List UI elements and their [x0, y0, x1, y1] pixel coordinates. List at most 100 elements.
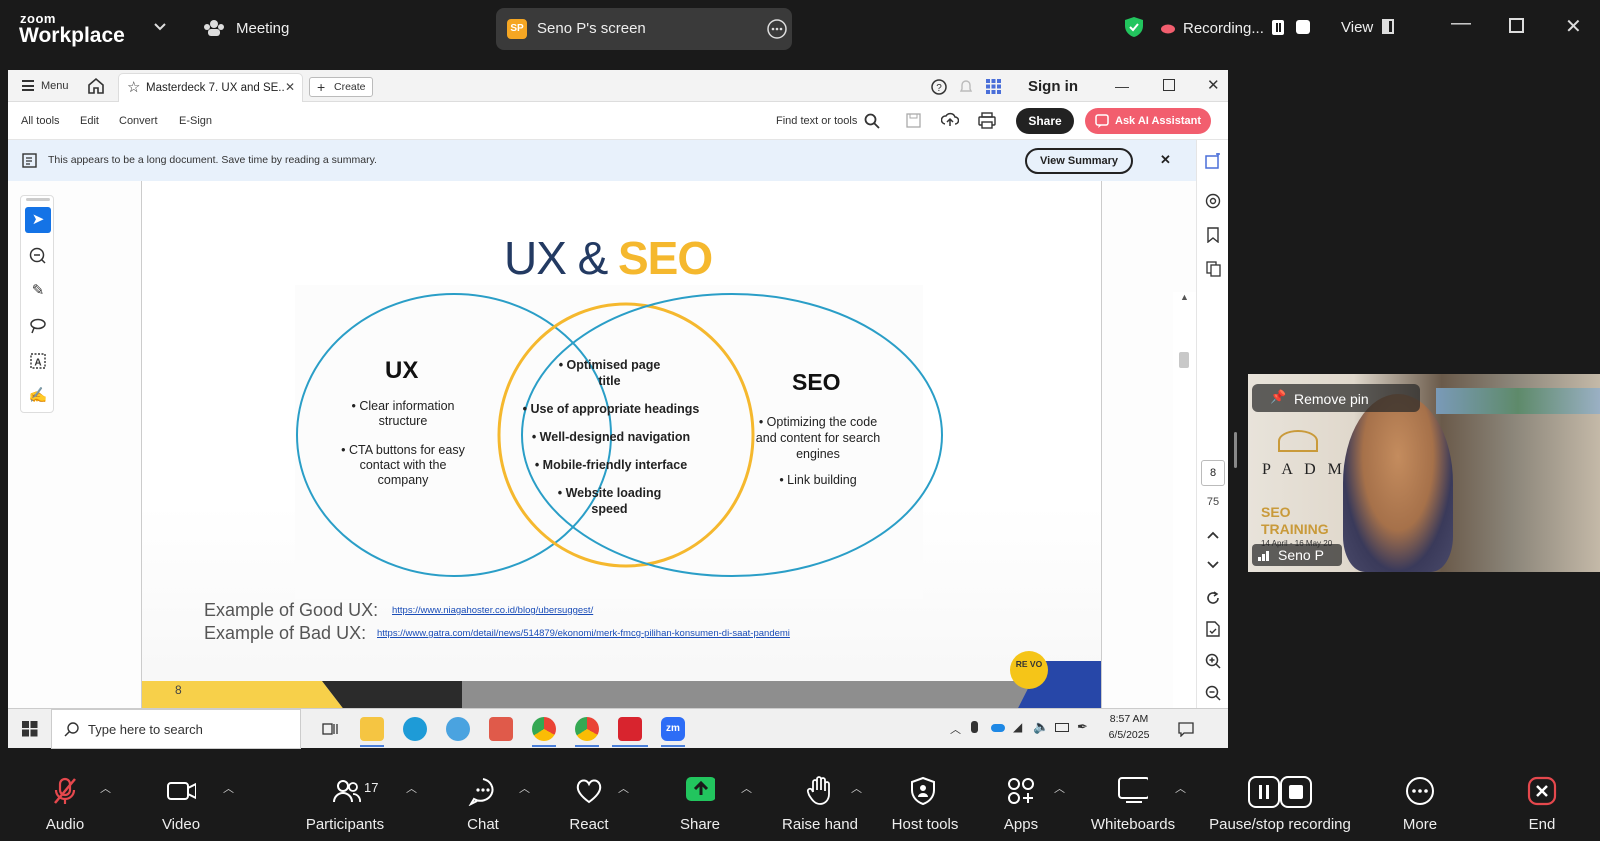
chrome-icon[interactable] — [532, 717, 556, 741]
view-summary-button[interactable]: View Summary — [1025, 148, 1133, 174]
volume-icon[interactable]: 🔈 — [1033, 719, 1049, 735]
previous-page-icon[interactable] — [1206, 530, 1220, 540]
participants-options-caret[interactable]: ︿ — [406, 780, 417, 796]
end-meeting-button[interactable]: End — [1507, 766, 1577, 841]
bad-ux-link[interactable]: https://www.gatra.com/detail/news/514879… — [377, 628, 790, 639]
more-options-icon[interactable] — [767, 19, 787, 39]
scrollbar-thumb[interactable] — [1179, 352, 1189, 368]
share-options-caret[interactable]: ︿ — [741, 780, 752, 796]
good-ux-link[interactable]: https://www.niagahoster.co.id/blog/ubers… — [392, 605, 593, 616]
stop-recording-icon[interactable] — [1296, 20, 1310, 34]
audio-options-caret[interactable]: ︿ — [100, 780, 111, 796]
chat-button[interactable]: Chat — [448, 766, 518, 841]
panel-resize-handle[interactable] — [1234, 432, 1237, 468]
view-layout-icon[interactable] — [1382, 19, 1394, 34]
zoom-out-icon[interactable] — [1205, 685, 1221, 701]
browser-globe-icon[interactable] — [446, 717, 470, 741]
menu-convert[interactable]: Convert — [119, 115, 158, 127]
pause-recording-icon[interactable] — [1272, 20, 1284, 35]
app-pin-icon[interactable] — [489, 717, 513, 741]
acrobat-taskbar-icon[interactable] — [618, 717, 642, 741]
audio-button[interactable]: Audio — [30, 766, 100, 841]
network-icon[interactable]: ◢ — [1013, 720, 1022, 734]
menu-esign[interactable]: E-Sign — [179, 115, 212, 127]
host-tools-button[interactable]: Host tools — [875, 766, 975, 841]
share-button[interactable]: Share — [1016, 108, 1074, 134]
file-explorer-icon[interactable] — [360, 717, 384, 741]
save-icon[interactable] — [906, 113, 921, 128]
tab-close-icon[interactable]: ✕ — [285, 80, 295, 94]
apps-button[interactable]: Apps — [986, 766, 1056, 841]
windows-start-icon[interactable] — [22, 721, 38, 737]
close-icon[interactable]: ✕ — [1565, 14, 1582, 39]
whiteboards-button[interactable]: Whiteboards — [1083, 766, 1183, 841]
zoom-taskbar-icon[interactable]: zm — [661, 717, 685, 741]
ai-summary-icon[interactable] — [1205, 153, 1221, 169]
comment-icon[interactable] — [1205, 193, 1221, 209]
highlight-pen-icon[interactable]: ✎ — [25, 278, 51, 304]
microphone-tray-icon[interactable] — [971, 721, 978, 733]
participant-video-tile[interactable]: P A D M SEO TRAINING 14 April - 16 May 2… — [1248, 374, 1600, 572]
find-text-tools[interactable]: Find text or tools — [776, 115, 857, 127]
page-fit-icon[interactable] — [1205, 621, 1221, 637]
participants-button[interactable]: 17 Participants — [300, 766, 390, 841]
raise-hand-options-caret[interactable]: ︿ — [851, 780, 862, 796]
apps-options-caret[interactable]: ︿ — [1054, 780, 1065, 796]
react-button[interactable]: React — [554, 766, 624, 841]
pause-stop-recording-button[interactable]: Pause/stop recording — [1200, 766, 1360, 841]
text-box-icon[interactable]: A — [25, 348, 51, 374]
sign-in-button[interactable]: Sign in — [1028, 78, 1078, 95]
pages-icon[interactable] — [1206, 261, 1221, 277]
rotate-icon[interactable] — [1205, 590, 1221, 606]
taskbar-search-box[interactable]: Type here to search — [51, 709, 301, 749]
remove-pin-button[interactable]: 📌 Remove pin — [1252, 384, 1420, 412]
restore-icon[interactable] — [1509, 18, 1524, 33]
video-options-caret[interactable]: ︿ — [223, 780, 234, 796]
task-view-icon[interactable] — [322, 721, 338, 737]
create-button[interactable]: + Create — [309, 77, 373, 97]
page-number-input[interactable]: 8 — [1201, 460, 1225, 486]
banner-close-icon[interactable]: ✕ — [1160, 152, 1171, 168]
edge-icon[interactable] — [403, 717, 427, 741]
shield-check-icon[interactable] — [1124, 16, 1144, 38]
notifications-icon[interactable] — [1178, 721, 1194, 737]
battery-icon[interactable] — [1055, 723, 1069, 732]
react-options-caret[interactable]: ︿ — [618, 780, 629, 796]
bookmark-icon[interactable] — [1206, 227, 1221, 243]
lasso-draw-icon[interactable] — [25, 313, 51, 339]
comment-tool-icon[interactable] — [25, 243, 51, 269]
menu-all-tools[interactable]: All tools — [21, 115, 60, 127]
whiteboards-options-caret[interactable]: ︿ — [1175, 780, 1186, 796]
star-icon[interactable]: ☆ — [127, 78, 140, 96]
drag-handle[interactable] — [26, 198, 50, 201]
menu-edit[interactable]: Edit — [80, 115, 99, 127]
pen-tray-icon[interactable]: ✒ — [1077, 719, 1088, 735]
next-page-icon[interactable] — [1206, 560, 1220, 570]
acrobat-restore-icon[interactable] — [1163, 79, 1175, 91]
video-button[interactable]: Video — [146, 766, 216, 841]
taskbar-time[interactable]: 8:57 AM — [1099, 713, 1159, 725]
acrobat-minimize-icon[interactable]: — — [1115, 78, 1129, 94]
zoom-in-icon[interactable] — [1205, 653, 1221, 669]
share-screen-button[interactable]: Share — [665, 766, 735, 841]
upload-cloud-icon[interactable] — [941, 112, 959, 128]
minimize-icon[interactable]: — — [1451, 12, 1471, 35]
acrobat-close-icon[interactable]: ✕ — [1207, 76, 1220, 94]
onedrive-icon[interactable] — [991, 724, 1005, 732]
search-icon[interactable] — [864, 113, 880, 129]
tray-expand-icon[interactable]: ︿ — [950, 721, 961, 737]
chat-options-caret[interactable]: ︿ — [519, 780, 530, 796]
home-icon[interactable] — [87, 77, 105, 94]
chevron-down-icon[interactable] — [154, 22, 166, 32]
view-button[interactable]: View — [1341, 19, 1373, 36]
screen-share-pill[interactable]: SP Seno P's screen — [496, 8, 792, 50]
meeting-label[interactable]: Meeting — [236, 20, 289, 37]
apps-grid-icon[interactable] — [986, 79, 1001, 94]
chrome-profile-icon[interactable] — [575, 717, 599, 741]
more-button[interactable]: More — [1385, 766, 1455, 841]
scroll-up-icon[interactable]: ▲ — [1180, 292, 1189, 302]
hamburger-icon[interactable] — [22, 80, 34, 91]
sign-tool-icon[interactable]: ✍ — [25, 383, 51, 409]
help-icon[interactable]: ? — [931, 79, 947, 95]
print-icon[interactable] — [978, 112, 996, 129]
